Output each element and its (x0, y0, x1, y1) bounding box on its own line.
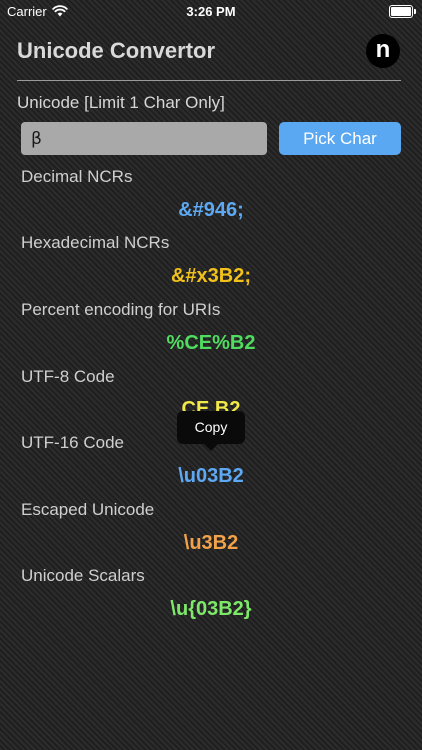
utf16-label: UTF-16 Code (21, 433, 124, 452)
percent-encoding-label: Percent encoding for URIs (21, 300, 221, 319)
status-bar: Carrier 3:26 PM (0, 0, 422, 24)
decimal-ncr-label: Decimal NCRs (21, 167, 133, 186)
app-logo-icon[interactable]: n (366, 34, 400, 68)
unicode-scalars-value[interactable]: \u{03B2} (0, 598, 422, 621)
utf16-value[interactable]: \u03B2 (0, 465, 422, 488)
battery-icon (389, 5, 416, 18)
page-title: Unicode Convertor (17, 38, 216, 63)
decimal-ncr-value[interactable]: &#946; (0, 199, 422, 222)
hex-ncr-label: Hexadecimal NCRs (21, 233, 170, 252)
hex-ncr-value[interactable]: &#x3B2; (0, 265, 422, 288)
status-time: 3:26 PM (186, 4, 236, 19)
escaped-unicode-label: Escaped Unicode (21, 500, 155, 519)
header-divider (17, 80, 401, 81)
unicode-scalars-label: Unicode Scalars (21, 566, 145, 585)
unicode-char-input[interactable] (21, 122, 267, 155)
unicode-input-label: Unicode [Limit 1 Char Only] (17, 93, 225, 112)
copy-tooltip[interactable]: Copy (177, 411, 245, 451)
pick-char-button[interactable]: Pick Char (279, 122, 401, 155)
escaped-unicode-value[interactable]: \u3B2 (0, 532, 422, 555)
utf8-label: UTF-8 Code (21, 367, 115, 386)
percent-encoding-value[interactable]: %CE%B2 (0, 332, 422, 355)
